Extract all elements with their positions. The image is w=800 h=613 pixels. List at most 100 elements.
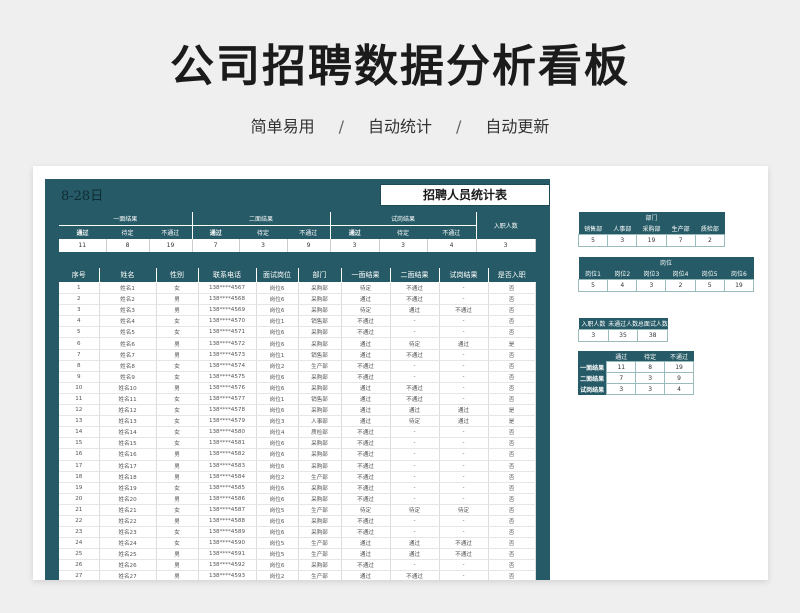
table-cell: 男 xyxy=(156,515,199,528)
table-cell: 姓名26 xyxy=(99,559,157,572)
table-row: 10 姓名10 男 138****4576 岗位6 采购部 通过 不通过 - 否 xyxy=(59,382,536,394)
table-cell: 15 xyxy=(59,437,100,450)
table-value: 8 xyxy=(635,361,666,373)
table-cell: 采购部 xyxy=(298,526,342,539)
column-header: 姓名 xyxy=(98,268,156,283)
table-cell: 25 xyxy=(59,548,100,561)
table-cell: 138****4567 xyxy=(198,282,257,295)
table-cell: 岗位6 xyxy=(256,460,299,472)
table-cell: 姓名5 xyxy=(99,326,157,339)
table-row: 17 姓名17 男 138****4583 岗位6 采购部 不通过 - - 否 xyxy=(59,460,536,472)
table-cell: 岗位6 xyxy=(256,337,299,350)
table-value: 3 xyxy=(635,372,666,384)
table-cell: 女 xyxy=(156,393,199,406)
group-header: 二面结果 xyxy=(191,212,331,226)
table-cell: 人事部 xyxy=(298,415,342,428)
table-cell: 否 xyxy=(488,493,536,505)
table-cell: - xyxy=(439,293,489,306)
row-label: 一面结果 xyxy=(578,361,607,373)
summary-value: 9 xyxy=(287,239,331,252)
table-cell: 岗位6 xyxy=(256,515,299,528)
table-value: 19 xyxy=(636,234,667,247)
table-cell: 138****4574 xyxy=(198,360,257,372)
table-cell: 姓名20 xyxy=(99,493,157,505)
table-cell: 岗位1 xyxy=(256,349,299,361)
table-row: 8 姓名8 女 138****4574 岗位2 生产部 不通过 - - 否 xyxy=(59,360,536,372)
table-cell: 岗位6 xyxy=(256,371,299,383)
table-cell: 否 xyxy=(488,526,536,539)
table-cell: 采购部 xyxy=(298,337,342,350)
table-cell: 22 xyxy=(59,515,100,528)
table-cell: - xyxy=(390,360,440,372)
table-cell: 姓名13 xyxy=(99,415,157,428)
table-cell: 否 xyxy=(488,460,536,472)
summary-value: 3 xyxy=(239,239,288,252)
table-cell: 待定 xyxy=(439,504,489,516)
table-cell: - xyxy=(439,526,489,539)
table-cell: 否 xyxy=(488,548,536,561)
table-cell: - xyxy=(439,360,489,372)
table-cell: - xyxy=(439,382,489,394)
table-cell: 24 xyxy=(59,537,100,550)
table-title: 部门 xyxy=(578,212,725,223)
table-cell: 生产部 xyxy=(298,471,342,483)
table-cell: 姓名21 xyxy=(99,504,157,516)
table-cell: 岗位4 xyxy=(256,426,299,439)
table-cell: 姓名18 xyxy=(99,471,157,483)
sheet-title: 招聘人员统计表 xyxy=(380,184,550,206)
table-cell: 是 xyxy=(488,415,536,428)
table-value: 19 xyxy=(664,361,694,373)
column-header: 通过 xyxy=(191,225,239,239)
column-header: 一面结果 xyxy=(340,268,390,283)
group-header: 一面结果 xyxy=(59,212,192,226)
table-cell: 6 xyxy=(59,337,100,350)
table-cell: 采购部 xyxy=(298,371,342,383)
table-value: 5 xyxy=(694,279,725,292)
table-cell: 不通过 xyxy=(341,526,391,539)
table-row: 27 姓名27 男 138****4593 岗位2 生产部 通过 不通过 - 否 xyxy=(59,570,536,580)
column-header: 是否入职 xyxy=(487,268,535,283)
table-cell: 采购部 xyxy=(298,515,342,528)
table-cell: - xyxy=(390,515,440,528)
table-cell: 2 xyxy=(59,293,100,306)
table-cell: 不通过 xyxy=(390,393,440,406)
table-cell: 采购部 xyxy=(298,493,342,505)
table-cell: 138****4571 xyxy=(198,326,257,339)
table-cell: 姓名17 xyxy=(99,460,157,472)
table-cell: 通过 xyxy=(341,349,391,361)
subtitle-item: 简单易用 xyxy=(250,117,315,136)
table-cell: - xyxy=(390,437,440,450)
column-header: 岗位3 xyxy=(636,268,666,280)
table-cell: 通过 xyxy=(341,293,391,306)
table-cell: 男 xyxy=(156,460,199,472)
table-cell: 否 xyxy=(488,326,536,339)
table-cell: 男 xyxy=(156,349,199,361)
row-label: 二面结果 xyxy=(578,372,607,384)
table-cell: 138****4593 xyxy=(198,570,257,580)
column-header: 岗位1 xyxy=(578,268,608,280)
department-table: 部门 销售部 人事部 采购部 生产部 质检部 5 3 19 7 2 xyxy=(577,212,726,247)
table-cell: 不通过 xyxy=(390,382,440,394)
summary-value: 3 xyxy=(379,239,428,252)
table-cell: 通过 xyxy=(341,337,391,350)
table-cell: 姓名11 xyxy=(99,393,157,406)
table-row: 21 姓名21 女 138****4587 岗位5 生产部 待定 待定 待定否 xyxy=(59,504,536,516)
table-value: 7 xyxy=(665,234,696,247)
table-cell: 姓名22 xyxy=(99,515,157,528)
table-cell: 待定 xyxy=(390,415,440,428)
column-header: 入职人数 xyxy=(578,318,609,330)
table-cell: - xyxy=(390,448,440,461)
table-cell: 岗位6 xyxy=(256,404,299,417)
table-cell: 18 xyxy=(59,471,100,483)
table-cell: 通过 xyxy=(341,415,391,428)
table-cell: 岗位2 xyxy=(256,360,299,372)
table-cell: 不通过 xyxy=(390,570,440,580)
table-cell: 10 xyxy=(59,382,100,394)
column-header: 待定 xyxy=(121,230,134,237)
table-row: 25 姓名25 男 138****4591 岗位5 生产部 通过 通过 不通过否 xyxy=(59,548,536,561)
table-cell: 138****4591 xyxy=(198,548,257,561)
table-value: 3 xyxy=(607,234,638,247)
table-cell: 否 xyxy=(488,349,536,361)
column-header: 不通过 xyxy=(299,230,318,237)
column-header: 岗位2 xyxy=(607,268,637,280)
